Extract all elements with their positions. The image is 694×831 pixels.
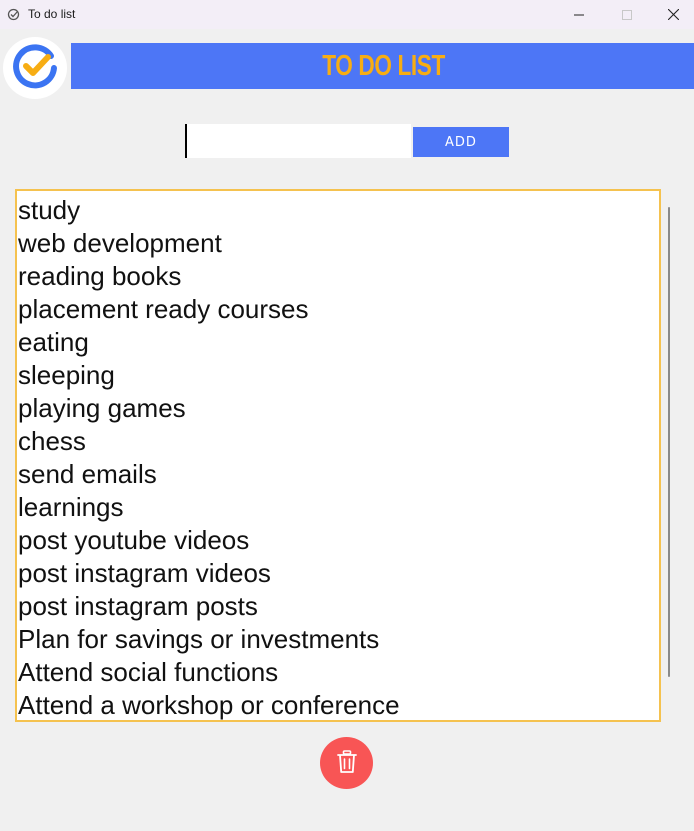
todo-check-icon [7,8,20,21]
app-window: To do list TO DO LIST ADD study web deve… [0,0,694,831]
task-input[interactable] [185,124,411,158]
list-scrollbar[interactable] [668,207,670,677]
list-item[interactable]: reading books [18,260,659,293]
window-title: To do list [28,7,76,21]
page-title: TO DO LIST [322,49,446,82]
minimize-button[interactable] [556,0,602,29]
list-item[interactable]: Attend social functions [18,656,659,689]
task-list[interactable]: study web development reading books plac… [15,189,661,722]
close-button[interactable] [650,0,694,29]
list-item[interactable]: Attend a workshop or conference [18,689,659,720]
list-item[interactable]: Plan for savings or investments [18,623,659,656]
list-item[interactable]: study [18,194,659,227]
list-item[interactable]: eating [18,326,659,359]
list-item[interactable]: post instagram videos [18,557,659,590]
maximize-button[interactable] [604,0,650,29]
delete-button[interactable] [320,737,373,789]
list-item[interactable]: learnings [18,491,659,524]
trash-icon [336,749,358,777]
checkmark-circle-icon [11,42,59,95]
list-item[interactable]: post youtube videos [18,524,659,557]
list-item[interactable]: chess [18,425,659,458]
header-banner: TO DO LIST [71,43,694,89]
list-item[interactable]: sleeping [18,359,659,392]
list-item[interactable]: send emails [18,458,659,491]
add-button[interactable]: ADD [413,127,509,157]
list-item[interactable]: web development [18,227,659,260]
list-item[interactable]: playing games [18,392,659,425]
list-item[interactable]: post instagram posts [18,590,659,623]
app-logo [3,37,67,99]
title-bar: To do list [0,0,694,29]
list-item[interactable]: placement ready courses [18,293,659,326]
